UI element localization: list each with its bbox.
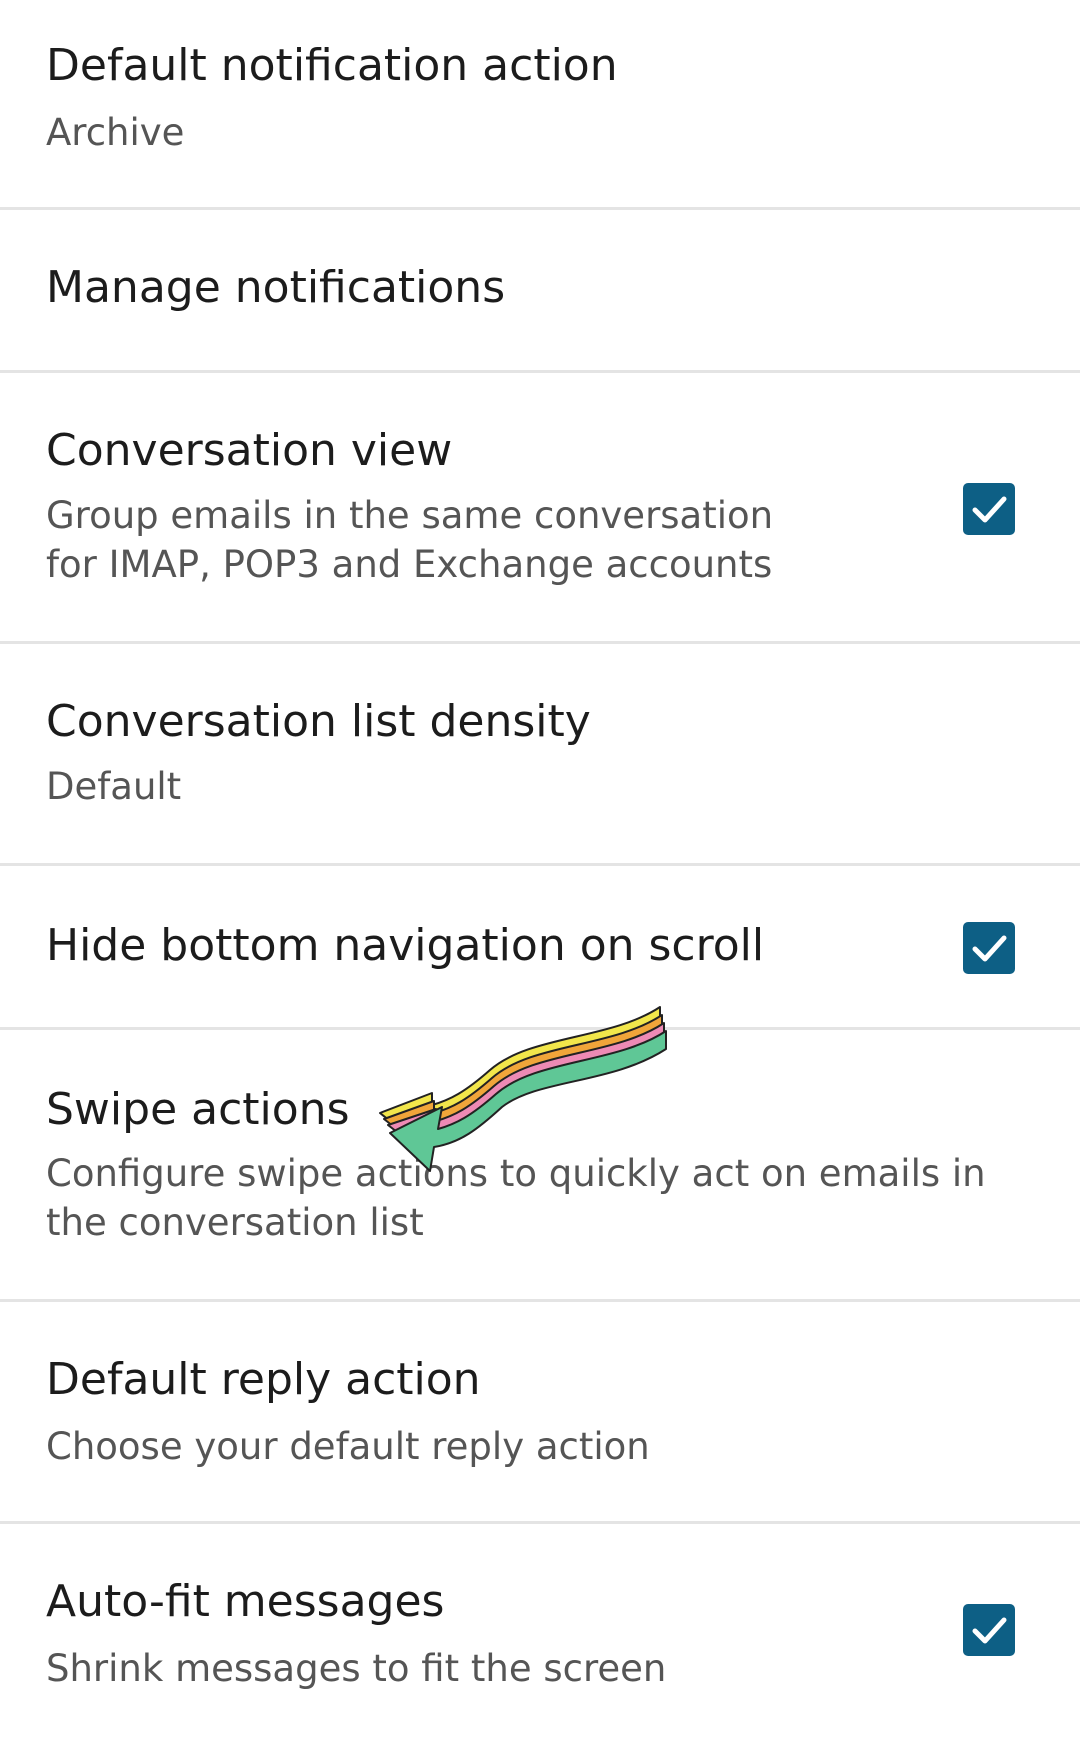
conversation-view-checkbox[interactable] bbox=[963, 483, 1015, 535]
checkmark-icon bbox=[972, 935, 1007, 962]
setting-swipe-actions[interactable]: Swipe actions Configure swipe actions to… bbox=[0, 1030, 1080, 1302]
setting-hide-bottom-navigation[interactable]: Hide bottom navigation on scroll bbox=[0, 866, 1080, 1030]
setting-default-reply-action[interactable]: Default reply action Choose your default… bbox=[0, 1302, 1080, 1524]
setting-summary: Choose your default reply action bbox=[46, 1425, 650, 1468]
setting-title: Conversation list density bbox=[46, 696, 591, 747]
setting-summary: Default bbox=[46, 765, 182, 808]
settings-list: Default notification action Archive Mana… bbox=[0, 0, 1080, 1738]
checkmark-icon bbox=[972, 496, 1007, 523]
setting-title: Conversation view bbox=[46, 425, 453, 476]
setting-summary: Archive bbox=[46, 111, 185, 154]
setting-summary: Group emails in the same conversation fo… bbox=[46, 494, 774, 586]
setting-title: Default notification action bbox=[46, 40, 618, 91]
hide-bottom-navigation-checkbox[interactable] bbox=[963, 922, 1015, 974]
setting-conversation-view[interactable]: Conversation view Group emails in the sa… bbox=[0, 373, 1080, 644]
auto-fit-messages-checkbox[interactable] bbox=[963, 1604, 1015, 1656]
setting-title: Hide bottom navigation on scroll bbox=[46, 920, 765, 971]
setting-conversation-list-density[interactable]: Conversation list density Default bbox=[0, 644, 1080, 866]
checkmark-icon bbox=[972, 1617, 1007, 1644]
setting-summary: Configure swipe actions to quickly act o… bbox=[46, 1152, 986, 1244]
setting-title: Auto-fit messages bbox=[46, 1576, 445, 1627]
setting-auto-fit-messages[interactable]: Auto-fit messages Shrink messages to fit… bbox=[0, 1524, 1080, 1738]
setting-summary: Shrink messages to fit the screen bbox=[46, 1647, 667, 1690]
setting-manage-notifications[interactable]: Manage notifications bbox=[0, 210, 1080, 373]
setting-title: Manage notifications bbox=[46, 262, 506, 313]
setting-title: Default reply action bbox=[46, 1354, 481, 1405]
setting-title: Swipe actions bbox=[46, 1084, 350, 1135]
setting-default-notification-action[interactable]: Default notification action Archive bbox=[0, 0, 1080, 210]
